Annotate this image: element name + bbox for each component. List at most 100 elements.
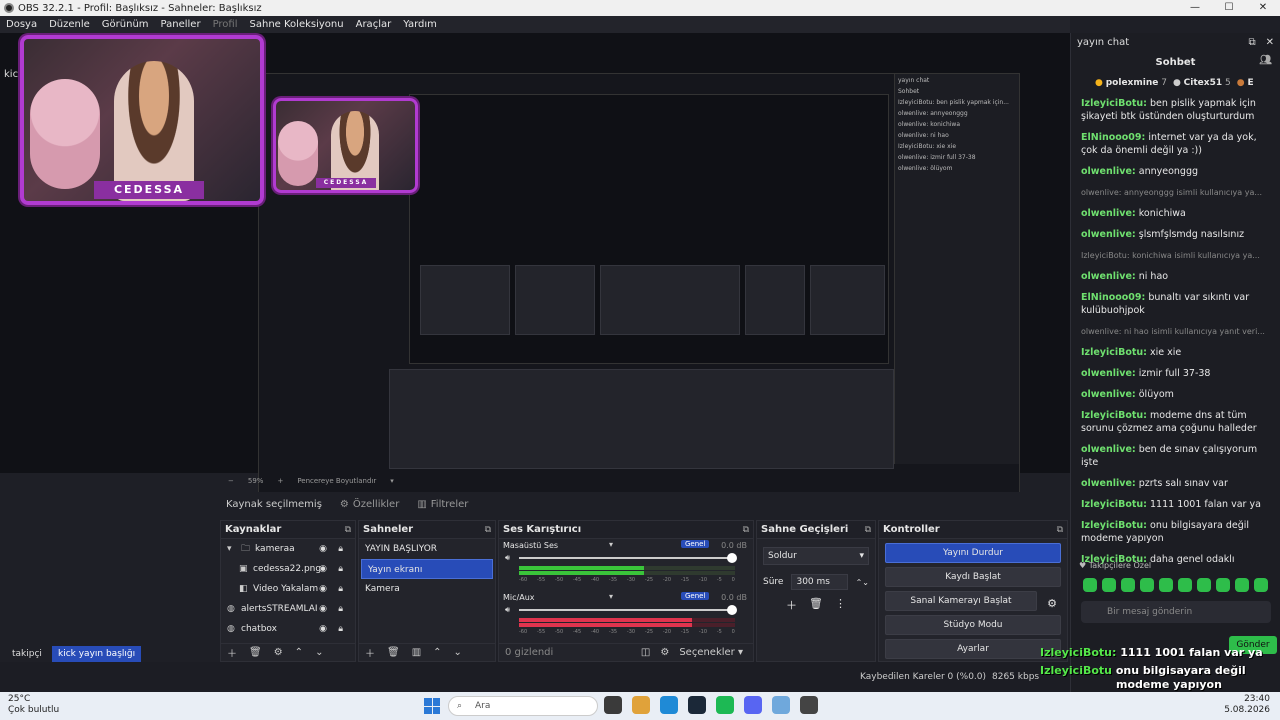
move-up-button[interactable]: ⌃ — [433, 647, 441, 658]
zoom-in-button[interactable]: + — [277, 477, 283, 485]
chat-username[interactable]: IzleyiciBotu: — [1081, 410, 1147, 421]
lock-icon[interactable]: 🔒︎ — [338, 604, 343, 614]
add-source-button[interactable]: ＋ — [227, 645, 237, 660]
chat-username[interactable]: olwenlive: — [1081, 229, 1136, 240]
taskbar-search[interactable]: ⌕ Ara — [448, 696, 598, 716]
start-recording-button[interactable]: Kaydı Başlat — [885, 567, 1061, 587]
chevron-down-icon[interactable]: ▾ — [227, 544, 241, 554]
visibility-icon[interactable]: ◉ — [319, 604, 327, 614]
properties-button[interactable]: ⚙ Özellikler — [340, 499, 399, 510]
source-item[interactable]: ◧ Video Yakalam ◉ 🔒︎ — [221, 579, 355, 599]
volume-slider[interactable] — [519, 605, 737, 615]
visibility-icon[interactable]: ◉ — [319, 564, 327, 574]
add-transition-button[interactable]: ＋ — [786, 597, 797, 613]
emote-icon[interactable] — [1254, 578, 1268, 592]
stream-title-tag[interactable]: kick yayın başlığı — [52, 646, 142, 662]
emote-icon[interactable] — [1197, 578, 1211, 592]
gear-icon[interactable]: ⚙ — [1047, 597, 1057, 610]
speaker-icon[interactable]: 🔊︎ — [505, 605, 510, 615]
menu-scene-collection[interactable]: Sahne Koleksiyonu — [244, 19, 350, 30]
visibility-icon[interactable]: ◉ — [319, 584, 327, 594]
menu-help[interactable]: Yardım — [397, 19, 443, 30]
emote-icon[interactable] — [1178, 578, 1192, 592]
minimize-button[interactable]: — — [1178, 0, 1212, 16]
menu-file[interactable]: Dosya — [0, 19, 43, 30]
lock-icon[interactable]: 🔒︎ — [338, 624, 343, 634]
leaderboard-item[interactable]: ● polexmine 7 — [1095, 78, 1167, 88]
more-icon[interactable]: ⋮ — [835, 597, 846, 613]
channel-badge[interactable]: Genel — [681, 540, 710, 548]
menu-view[interactable]: Görünüm — [96, 19, 155, 30]
close-icon[interactable]: ✕ — [1266, 37, 1274, 48]
taskbar-clock[interactable]: 23:40 5.08.2026 — [1224, 694, 1270, 716]
chat-username[interactable]: IzleyiciBotu: — [1081, 499, 1147, 510]
maximize-button[interactable]: ☐ — [1212, 0, 1246, 16]
follower-tag[interactable]: takipçi — [6, 646, 48, 662]
undock-icon[interactable]: ⧉ — [743, 525, 749, 535]
undock-icon[interactable]: ⧉ — [1057, 525, 1063, 535]
menu-docks[interactable]: Paneller — [155, 19, 207, 30]
remove-transition-button[interactable]: 🗑︎ — [809, 597, 823, 613]
leaderboard-item[interactable]: ● E — [1237, 78, 1254, 88]
zoom-out-button[interactable]: − — [228, 477, 234, 485]
resize-to-window[interactable]: Pencereye Boyutlandır — [297, 477, 376, 485]
gear-icon[interactable]: ⚙ — [274, 647, 283, 658]
close-button[interactable]: ✕ — [1246, 0, 1280, 16]
source-item[interactable]: ◍ chatbox ◉ 🔒︎ — [221, 619, 355, 639]
move-up-button[interactable]: ⌃ — [295, 647, 303, 658]
menu-tools[interactable]: Araçlar — [350, 19, 398, 30]
studio-mode-button[interactable]: Stüdyo Modu — [885, 615, 1061, 635]
chat-username[interactable]: IzleyiciBotu: — [1081, 347, 1147, 358]
chat-username[interactable]: olwenlive: — [1081, 271, 1136, 282]
stop-streaming-button[interactable]: Yayını Durdur — [885, 543, 1061, 563]
undock-icon[interactable]: ⧉ — [345, 525, 351, 535]
lock-icon[interactable]: 🔒︎ — [338, 584, 343, 594]
duration-input[interactable]: 300 ms — [791, 574, 848, 590]
remove-source-button[interactable]: 🗑︎ — [249, 647, 262, 658]
slider-knob[interactable] — [727, 605, 737, 615]
discord-icon[interactable] — [744, 696, 762, 714]
preview-canvas[interactable]: yayın chat Sohbet IzleyiciBotu: ben pislik… — [258, 73, 1020, 501]
chat-username[interactable]: olwenlive: — [1081, 478, 1136, 489]
chat-username[interactable]: ElNinooo09: — [1081, 132, 1145, 143]
layout-icon[interactable]: ◫ — [641, 647, 650, 658]
source-item[interactable]: ▣ cedessa22.png ◉ 🔒︎ — [221, 559, 355, 579]
windows-start-icon[interactable] — [424, 698, 440, 714]
chat-username[interactable]: olwenlive: — [1081, 208, 1136, 219]
users-icon[interactable]: 👥︎ — [1259, 55, 1272, 66]
chat-username[interactable]: olwenlive: — [1081, 166, 1136, 177]
move-down-button[interactable]: ⌄ — [454, 647, 462, 658]
chat-username[interactable]: IzleyiciBotu: — [1081, 520, 1147, 531]
undock-icon[interactable]: ⧉ — [485, 525, 491, 535]
scene-filters-icon[interactable]: ▥ — [412, 647, 421, 658]
steam-icon[interactable] — [688, 696, 706, 714]
chevron-down-icon[interactable]: ▾ — [390, 477, 394, 485]
leaderboard-item[interactable]: ● Citex51 5 — [1173, 78, 1231, 88]
chat-username[interactable]: olwenlive: — [1081, 444, 1136, 455]
emote-icon[interactable] — [1216, 578, 1230, 592]
emote-icon[interactable] — [1102, 578, 1116, 592]
settings-button[interactable]: Ayarlar — [885, 639, 1061, 659]
undock-icon[interactable]: ⧉ — [1248, 37, 1255, 48]
scene-item-active[interactable]: Yayın ekranı — [361, 559, 493, 579]
chat-username[interactable]: olwenlive: — [1081, 368, 1136, 379]
settings-icon[interactable] — [772, 696, 790, 714]
emote-icon[interactable] — [1235, 578, 1249, 592]
volume-slider[interactable] — [519, 553, 737, 563]
scene-item[interactable]: Kamera — [359, 579, 495, 599]
slider-knob[interactable] — [727, 553, 737, 563]
scene-item[interactable]: YAYIN BAŞLIYOR — [359, 539, 495, 559]
presets-button[interactable]: Seçenekler ▾ — [679, 647, 743, 658]
emote-icon[interactable] — [1159, 578, 1173, 592]
chat-username[interactable]: IzleyiciBotu: — [1081, 98, 1147, 109]
mixer-settings-icon[interactable]: ⚙ — [660, 647, 669, 658]
add-scene-button[interactable]: ＋ — [365, 645, 375, 660]
visibility-icon[interactable]: ◉ — [319, 544, 327, 554]
chat-username[interactable]: olwenlive: — [1081, 389, 1136, 400]
weather-widget[interactable]: 25°C Çok bulutlu — [8, 694, 59, 716]
remove-scene-button[interactable]: 🗑︎ — [387, 647, 400, 658]
menu-edit[interactable]: Düzenle — [43, 19, 96, 30]
lock-icon[interactable]: 🔒︎ — [338, 564, 343, 574]
chat-tab[interactable]: Sohbet 👥︎ — [1071, 51, 1280, 73]
obs-taskbar-icon[interactable] — [800, 696, 818, 714]
